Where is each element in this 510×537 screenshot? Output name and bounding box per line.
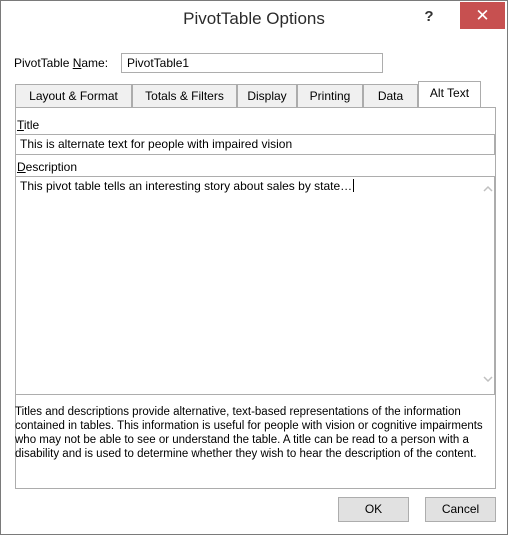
chevron-down-icon[interactable]	[482, 375, 494, 387]
tab-printing[interactable]: Printing	[297, 84, 363, 107]
tab-display[interactable]: Display	[237, 84, 297, 107]
text-caret	[353, 179, 355, 192]
description-label: Description	[17, 160, 78, 174]
close-icon: ✕	[475, 6, 490, 25]
alt-text-help-text: Titles and descriptions provide alternat…	[15, 406, 483, 460]
ok-button[interactable]: OK	[338, 497, 409, 522]
cancel-button[interactable]: Cancel	[425, 497, 496, 522]
pivottable-name-input[interactable]	[121, 53, 383, 73]
pivottable-name-label: PivotTable Name:	[14, 56, 109, 70]
pivottable-name-row: PivotTable Name:	[14, 53, 414, 75]
title-input[interactable]: This is alternate text for people with i…	[15, 134, 495, 155]
close-button[interactable]: ✕	[460, 2, 505, 29]
title-bar[interactable]: PivotTable Options ? ✕	[1, 1, 507, 37]
tab-alt-text[interactable]: Alt Text	[418, 81, 481, 108]
tab-data[interactable]: Data	[363, 84, 418, 107]
tab-totals-filters[interactable]: Totals & Filters	[132, 84, 237, 107]
description-textarea[interactable]: This pivot table tells an interesting st…	[15, 176, 495, 395]
pivottable-options-dialog: PivotTable Options ? ✕ PivotTable Name: …	[0, 0, 508, 535]
description-text: This pivot table tells an interesting st…	[20, 179, 353, 193]
chevron-up-icon[interactable]	[482, 185, 494, 197]
title-label: Title	[17, 118, 40, 132]
help-button[interactable]: ?	[419, 7, 439, 27]
tab-strip: Layout & Format Totals & Filters Display…	[15, 81, 495, 108]
tab-layout-format[interactable]: Layout & Format	[15, 84, 132, 107]
